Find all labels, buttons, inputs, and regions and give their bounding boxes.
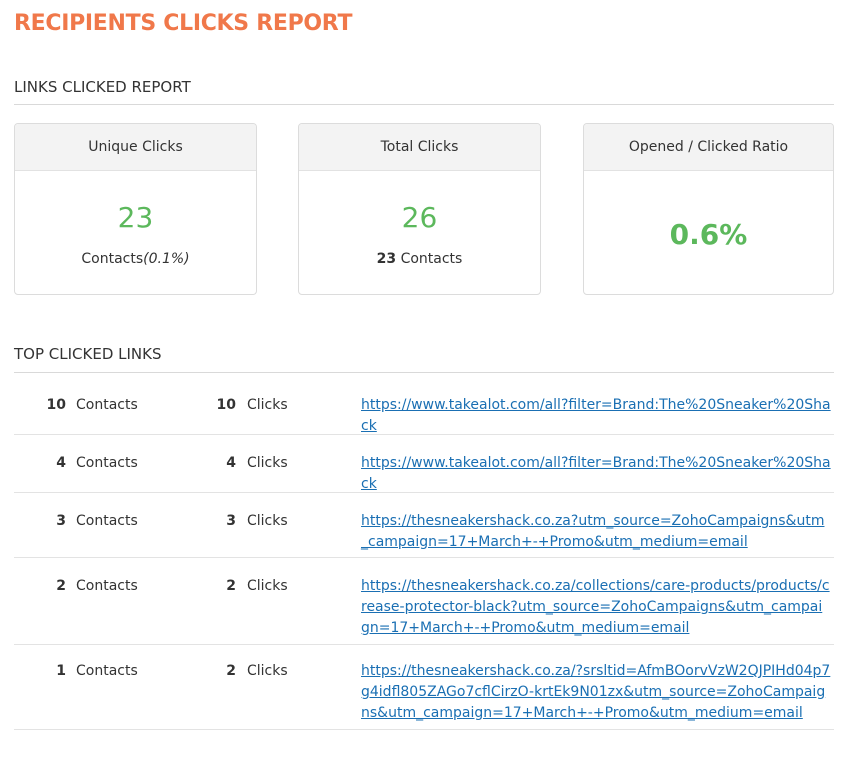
clicks-count: 4	[226, 455, 236, 471]
contacts-count: 3	[56, 513, 66, 529]
clicks-count: 2	[226, 578, 236, 594]
table-row: 1 Contacts 2 Clicks https://thesneakersh…	[14, 645, 834, 730]
clicks-label: Clicks	[247, 455, 288, 471]
clicks-count: 2	[226, 663, 236, 679]
clicks-count: 10	[216, 397, 236, 413]
clicked-link[interactable]: https://www.takealot.com/all?filter=Bran…	[361, 453, 831, 495]
clicks-label: Clicks	[247, 397, 288, 413]
contacts-label: Contacts	[76, 578, 138, 594]
unique-clicks-value: 23	[117, 201, 154, 234]
ratio-value: 0.6%	[669, 218, 748, 251]
contacts-count: 2	[56, 578, 66, 594]
unique-clicks-subtext: Contacts(0.1%)	[15, 251, 256, 267]
contacts-count: 1	[56, 663, 66, 679]
clicks-label: Clicks	[247, 663, 288, 679]
total-clicks-header: Total Clicks	[299, 124, 540, 171]
unique-clicks-card: Unique Clicks 23 Contacts(0.1%)	[14, 123, 257, 295]
unique-clicks-header: Unique Clicks	[15, 124, 256, 171]
unique-clicks-contacts-label: Contacts	[81, 251, 144, 267]
clicked-link[interactable]: https://thesneakershack.co.za/?srsltid=A…	[361, 661, 831, 724]
section-divider	[14, 104, 834, 105]
contacts-label: Contacts	[76, 513, 138, 529]
clicks-label: Clicks	[247, 578, 288, 594]
table-row: 4 Contacts 4 Clicks https://www.takealot…	[14, 435, 834, 493]
contacts-label: Contacts	[76, 663, 138, 679]
clicks-label: Clicks	[247, 513, 288, 529]
total-clicks-card: Total Clicks 26 23 Contacts	[298, 123, 541, 295]
total-clicks-value: 26	[401, 201, 438, 234]
total-clicks-contacts-label: Contacts	[400, 251, 463, 267]
opened-clicked-ratio-card: Opened / Clicked Ratio 0.6%	[583, 123, 834, 295]
clicks-count: 3	[226, 513, 236, 529]
table-row: 10 Contacts 10 Clicks https://www.takeal…	[14, 373, 834, 435]
ratio-header: Opened / Clicked Ratio	[584, 124, 833, 171]
contacts-count: 4	[56, 455, 66, 471]
unique-clicks-percent: (0.1%)	[143, 251, 190, 267]
table-row: 3 Contacts 3 Clicks https://thesneakersh…	[14, 493, 834, 558]
links-clicked-section-title: LINKS CLICKED REPORT	[14, 78, 191, 96]
clicked-link[interactable]: https://thesneakershack.co.za?utm_source…	[361, 511, 831, 553]
clicked-link[interactable]: https://thesneakershack.co.za/collection…	[361, 576, 831, 639]
total-clicks-contact-count: 23	[376, 251, 397, 267]
contacts-label: Contacts	[76, 397, 138, 413]
contacts-count: 10	[46, 397, 66, 413]
contacts-label: Contacts	[76, 455, 138, 471]
clicked-link[interactable]: https://www.takealot.com/all?filter=Bran…	[361, 395, 831, 437]
total-clicks-subtext: 23 Contacts	[299, 251, 540, 267]
top-clicked-links-title: TOP CLICKED LINKS	[14, 345, 162, 363]
page-title: RECIPIENTS CLICKS REPORT	[14, 11, 353, 36]
table-row: 2 Contacts 2 Clicks https://thesneakersh…	[14, 558, 834, 645]
